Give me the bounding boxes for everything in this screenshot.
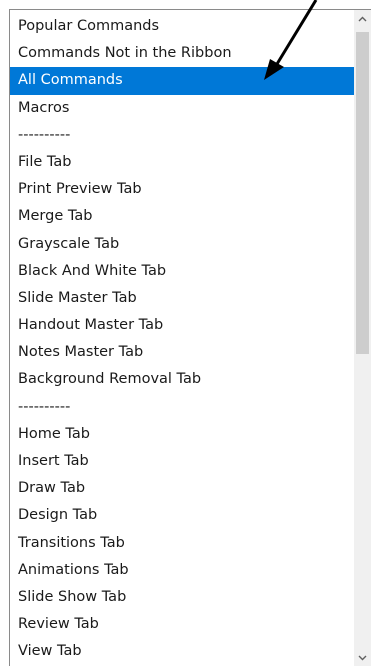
scrollbar-thumb[interactable]	[356, 32, 369, 354]
vertical-scrollbar[interactable]	[354, 10, 371, 666]
list-item-draw-tab[interactable]: Draw Tab	[10, 475, 354, 502]
list-item-animations-tab[interactable]: Animations Tab	[10, 557, 354, 584]
list-item-file-tab[interactable]: File Tab	[10, 149, 354, 176]
list-item-view-tab[interactable]: View Tab	[10, 638, 354, 665]
scroll-down-button[interactable]	[354, 649, 371, 666]
list-item-black-and-white-tab[interactable]: Black And White Tab	[10, 258, 354, 285]
list-item-slide-show-tab[interactable]: Slide Show Tab	[10, 584, 354, 611]
list-item-insert-tab[interactable]: Insert Tab	[10, 448, 354, 475]
list-item-handout-master-tab[interactable]: Handout Master Tab	[10, 312, 354, 339]
list-item-slide-master-tab[interactable]: Slide Master Tab	[10, 285, 354, 312]
list-item-design-tab[interactable]: Design Tab	[10, 502, 354, 529]
list-item-merge-tab[interactable]: Merge Tab	[10, 203, 354, 230]
list-separator[interactable]: ----------	[10, 122, 354, 149]
commands-listbox[interactable]: Popular Commands Commands Not in the Rib…	[9, 9, 371, 666]
chevron-up-icon	[358, 16, 367, 21]
list-item-popular-commands[interactable]: Popular Commands	[10, 13, 354, 40]
list-separator[interactable]: ----------	[10, 394, 354, 421]
list-item-transitions-tab[interactable]: Transitions Tab	[10, 530, 354, 557]
list-item-home-tab[interactable]: Home Tab	[10, 421, 354, 448]
list-item-background-removal-tab[interactable]: Background Removal Tab	[10, 366, 354, 393]
list-item-print-preview-tab[interactable]: Print Preview Tab	[10, 176, 354, 203]
list-item-commands-not-in-ribbon[interactable]: Commands Not in the Ribbon	[10, 40, 354, 67]
commands-list: Popular Commands Commands Not in the Rib…	[10, 13, 354, 666]
list-item-all-commands[interactable]: All Commands	[10, 67, 354, 95]
list-item-macros[interactable]: Macros	[10, 95, 354, 122]
list-item-review-tab[interactable]: Review Tab	[10, 611, 354, 638]
chevron-down-icon	[358, 655, 367, 660]
scroll-up-button[interactable]	[354, 10, 371, 27]
list-item-grayscale-tab[interactable]: Grayscale Tab	[10, 231, 354, 258]
list-item-notes-master-tab[interactable]: Notes Master Tab	[10, 339, 354, 366]
